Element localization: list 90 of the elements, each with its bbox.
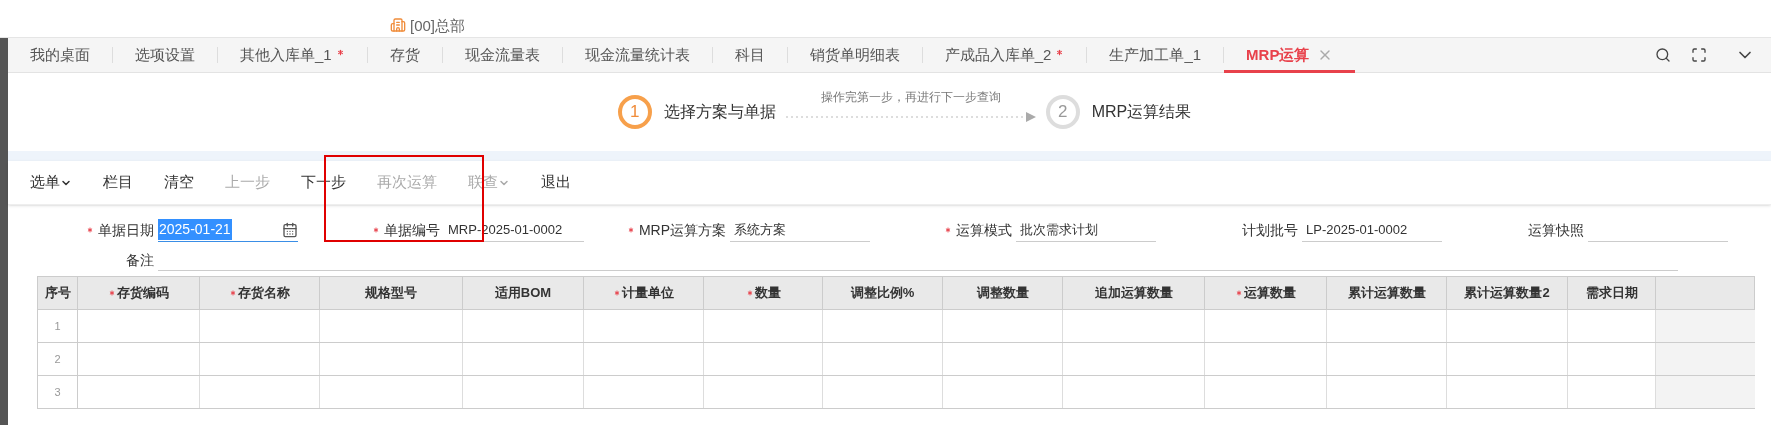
row-number: 3 [38,376,78,408]
column-label: 序号 [44,284,71,303]
field-label: 运算快照 [1528,220,1584,240]
tab[interactable]: 其他入库单_1 [218,37,367,73]
table-cell[interactable] [1205,376,1327,408]
column-label: 累计运算数量2 [1464,284,1550,303]
tab[interactable]: MRP运算 [1224,37,1356,73]
table-cell[interactable] [320,343,463,375]
tab[interactable]: 生产加工单_1 [1087,37,1224,73]
table-cell[interactable] [823,343,943,375]
column-label: 需求日期 [1585,284,1638,303]
column-label: 存货名称 [238,284,290,303]
tab[interactable]: 现金流量统计表 [562,37,712,73]
table-cell[interactable] [463,310,584,342]
table-cell[interactable] [1327,376,1447,408]
table-cell[interactable] [200,310,320,342]
step-hint: 操作完第一步，再进行下一步查询 [820,89,1001,106]
table-cell[interactable] [1447,343,1568,375]
input-field[interactable]: 系统方案 [730,218,870,242]
table-cell[interactable] [1063,376,1205,408]
org-name[interactable]: [00]总部 [410,18,466,33]
table-cell[interactable] [200,376,320,408]
table-cell[interactable] [1327,310,1447,342]
row-number: 1 [38,310,78,342]
table-cell[interactable] [584,376,704,408]
table-cell[interactable] [1063,343,1205,375]
column-label: 调整比例% [850,284,915,303]
table-cell[interactable] [320,376,463,408]
fullscreen-icon[interactable] [1691,47,1707,63]
table-cell[interactable] [1327,343,1447,375]
table-cell[interactable] [78,310,200,342]
table-cell[interactable] [823,310,943,342]
table-cell[interactable] [943,376,1063,408]
step-label: MRP运算结果 [1091,102,1192,122]
field-label: 单据编号 [384,220,440,240]
row-number: 2 [38,343,78,375]
column-label: 数量 [754,284,781,303]
column-label: 规格型号 [365,284,417,303]
table-cell[interactable] [78,343,200,375]
column-label: 追加运算数量 [1094,284,1173,303]
tab[interactable]: 我的桌面 [8,37,112,73]
table-cell[interactable] [200,343,320,375]
table-cell[interactable] [704,343,823,375]
field-label: 计划批号 [1242,220,1298,240]
table-cell[interactable] [1447,310,1568,342]
calendar-icon[interactable] [282,221,298,238]
building-icon [390,17,406,33]
table-cell[interactable] [823,376,943,408]
toolbar-button[interactable]: 选单 [30,171,72,194]
table-cell[interactable] [1568,376,1656,408]
table-cell[interactable] [943,343,1063,375]
toolbar-button[interactable]: 退出 [541,171,571,194]
table-cell[interactable] [943,310,1063,342]
table-cell[interactable] [463,376,584,408]
table-cell[interactable] [78,376,200,408]
table-cell[interactable] [1063,310,1205,342]
field-label: 运算模式 [956,220,1012,240]
table-cell[interactable] [1447,376,1568,408]
table-cell[interactable] [1205,310,1327,342]
table-cell[interactable] [704,310,823,342]
dotted-arrow-icon [785,112,1036,122]
table-cell[interactable] [1568,343,1656,375]
table-cell[interactable] [584,310,704,342]
tab[interactable]: 销货单明细表 [787,37,922,73]
table-cell[interactable] [1568,310,1656,342]
table-cell[interactable] [584,343,704,375]
field-label: 备注 [125,250,155,270]
table-cell[interactable] [704,376,823,408]
toolbar-button[interactable]: 清空 [164,171,194,194]
column-label: 适用BOM [494,284,552,303]
column-label: 存货编码 [117,284,169,303]
search-icon[interactable] [1655,47,1671,63]
table-cell[interactable] [320,310,463,342]
field-label: 单据日期 [98,220,154,240]
table-cell[interactable] [1205,343,1327,375]
field-label: MRP运算方案 [638,220,726,240]
table-cell[interactable] [463,343,584,375]
input-field[interactable]: 批次需求计划 [1016,218,1156,242]
tab[interactable]: 存货 [367,37,442,73]
column-label: 运算数量 [1244,284,1296,303]
column-label: 累计运算数量 [1347,284,1426,303]
toolbar-button[interactable]: 栏目 [103,171,133,194]
column-label: 调整数量 [976,284,1029,303]
tab[interactable]: 选项设置 [113,37,217,73]
input-field[interactable]: LP-2025-01-0002 [1302,218,1442,242]
tab[interactable]: 产成品入库单_2 [922,37,1087,73]
tab[interactable]: 现金流量表 [442,37,562,73]
column-label: 计量单位 [622,284,674,303]
step-label: 选择方案与单据 [663,102,776,122]
tab[interactable]: 科目 [712,37,787,73]
